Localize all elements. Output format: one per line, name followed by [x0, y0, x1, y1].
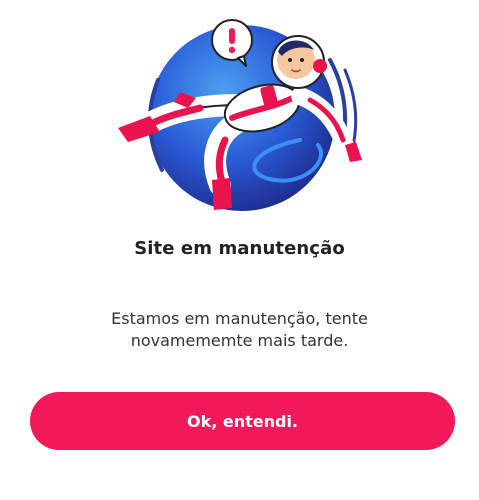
maintenance-page: Site em manutenção Estamos em manutenção… [0, 0, 479, 500]
ok-button[interactable]: Ok, entendi. [30, 392, 455, 450]
page-title: Site em manutenção [134, 238, 345, 259]
astronaut-illustration [118, 19, 362, 211]
message-line-2: novamememte mais tarde. [130, 331, 349, 350]
message-line-1: Estamos em manutenção, tente [111, 309, 368, 328]
maintenance-message: Estamos em manutenção, tente novamememte… [60, 308, 419, 352]
